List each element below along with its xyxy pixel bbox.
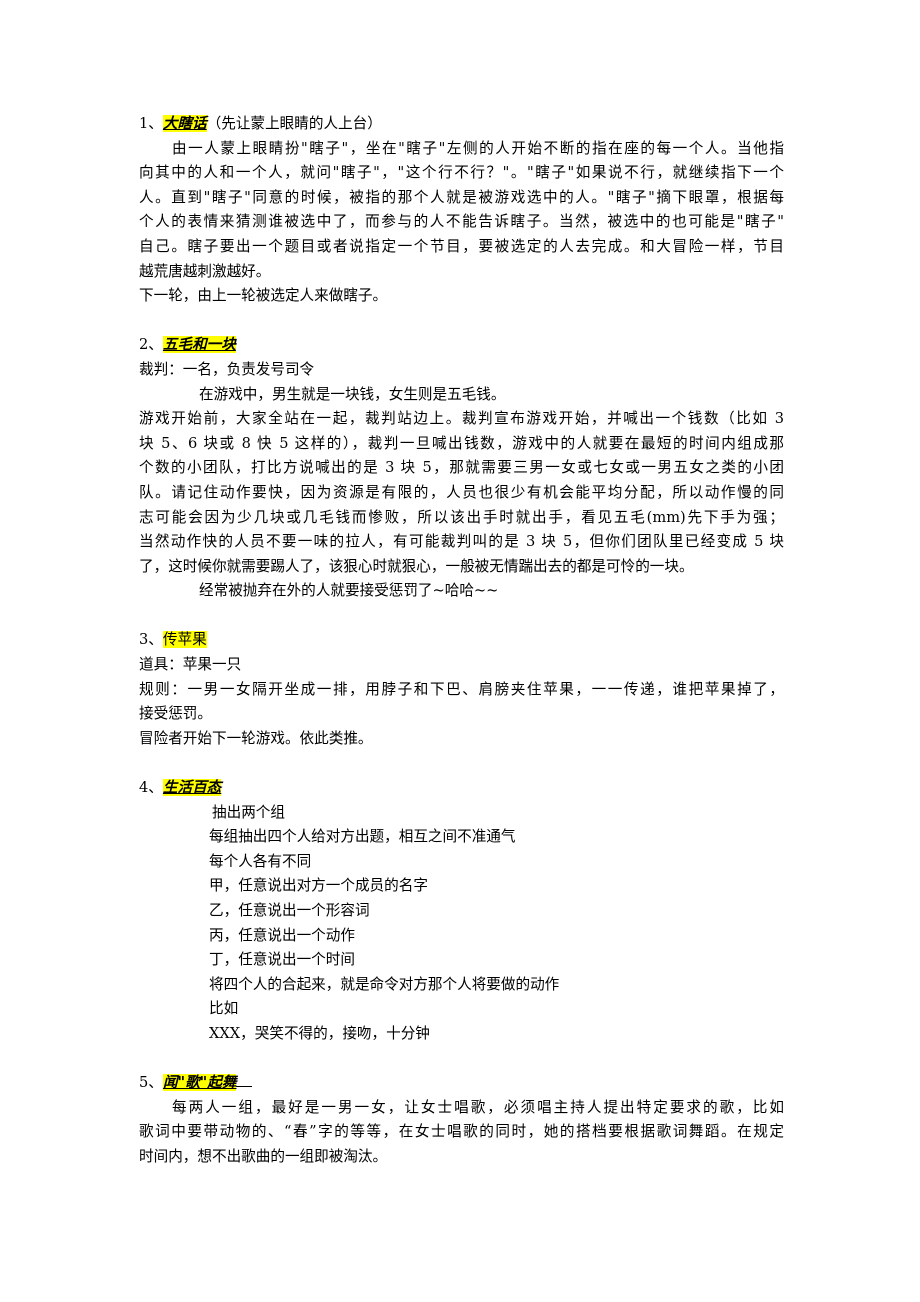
list-line: 将四个人的合起来，就是命令对方那个人将要做的动作 <box>209 975 560 993</box>
paragraph-line: 向其中的人和一个人，就问"瞎子"，"这个行不行？"。"瞎子"如果说不行，就继续指… <box>139 164 784 182</box>
paragraph-line: 裁判：一名，负责发号司令 <box>139 360 315 378</box>
paragraph-line: 每两人一组，最好是一男一女，让女士唱歌，必须唱主持人提出特定要求的歌，比如 <box>172 1098 784 1116</box>
section-2: 2、五毛和一块 裁判：一名，负责发号司令 在游戏中，男生就是一块钱，女生则是五毛… <box>139 333 784 604</box>
paragraph-line: 冒险者开始下一轮游戏。依此类推。 <box>139 729 373 747</box>
paragraph-line: 由一人蒙上眼睛扮"瞎子"，坐在"瞎子"左侧的人开始不断的指在座的每一个人。当他指 <box>172 139 784 157</box>
section-heading: 1、大瞎话（先让蒙上眼睛的人上台） <box>139 115 382 132</box>
section-title: 生活百态 <box>162 779 222 797</box>
paragraph-line: 规则：一男一女隔开坐成一排，用脖子和下巴、肩膀夹住苹果，一一传递，谁把苹果掉了， <box>139 680 784 698</box>
paragraph-line: 块 5、6 块或 8 快 5 这样的），裁判一旦喊出钱数，游戏中的人就要在最短的… <box>139 434 784 452</box>
section-1: 1、大瞎话（先让蒙上眼睛的人上台） 由一人蒙上眼睛扮"瞎子"，坐在"瞎子"左侧的… <box>139 112 784 309</box>
section-heading: 3、传苹果 <box>139 631 207 649</box>
paragraph-line: 在游戏中，男生就是一块钱，女生则是五毛钱。 <box>199 385 506 403</box>
paragraph-line: 时间内，想不出歌曲的一组即被淘汰。 <box>139 1147 388 1165</box>
section-heading: 4、生活百态 <box>139 779 222 797</box>
list-line: 比如 <box>209 1000 239 1018</box>
paragraph-line: 下一轮，由上一轮被选定人来做瞎子。 <box>139 287 388 305</box>
list-line: 每组抽出四个人给对方出题，相互之间不准通气 <box>209 828 516 846</box>
list-line: 乙，任意说出一个形容词 <box>209 902 370 919</box>
section-4: 4、生活百态 抽出两个组 每组抽出四个人给对方出题，相互之间不准通气 每个人各有… <box>139 776 784 1047</box>
paragraph-line: 经常被抛弃在外的人就要接受惩罚了~哈哈~~ <box>199 582 499 600</box>
section-title: 大瞎话 <box>162 115 207 132</box>
paragraph-line: 歌词中要带动物的、“春”字的等等，在女士唱歌的同时，她的搭档要根据歌词舞蹈。在规… <box>139 1123 784 1141</box>
paragraph-line: 个数的小团队，打比方说喊出的是 3 块 5，那就需要三男一女或七女或一男五女之类… <box>139 459 784 477</box>
section-title-note: （先让蒙上眼睛的人上台） <box>206 115 382 132</box>
paragraph-line: 当然动作快的人员不要一味的拉人，有可能裁判叫的是 3 块 5，但你们团队里已经变… <box>139 533 784 551</box>
paragraph-line: 个人的表情来猜测谁被选中了，而参与的人不能告诉瞎子。当然，被选中的也可能是"瞎子… <box>139 213 784 231</box>
paragraph-line: 队。请记住动作要快，因为资源是有限的，人员也很少有机会能平均分配，所以动作慢的同 <box>139 483 784 501</box>
title-underline <box>236 1072 253 1088</box>
paragraph-line: 人。直到"瞎子"同意的时候，被指的那个人就是被游戏选中的人。"瞎子"摘下眼罩，根… <box>139 188 784 206</box>
paragraph-line: 道具：苹果一只 <box>139 656 242 674</box>
section-title: 五毛和一块 <box>162 336 236 354</box>
list-line: 每个人各有不同 <box>209 852 312 870</box>
paragraph-line: 自己。瞎子要出一个题目或者说指定一个节目，要被选定的人去完成。和大冒险一样，节目 <box>139 237 784 255</box>
paragraph-line: 越荒唐越刺激越好。 <box>139 262 271 280</box>
list-line: 甲，任意说出对方一个成员的名字 <box>209 877 428 895</box>
list-line: 抽出两个组 <box>212 803 285 821</box>
paragraph-line: 游戏开始前，大家全站在一起，裁判站边上。裁判宣布游戏开始，并喊出一个钱数（比如 … <box>139 410 784 428</box>
paragraph-line: 志可能会因为少几块或几毛钱而惨败，所以该出手时就出手，看见五毛(mm)先下手为强… <box>139 508 784 526</box>
section-5: 5、闻"歌"起舞 每两人一组，最好是一男一女，让女士唱歌，必须唱主持人提出特定要… <box>139 1071 784 1169</box>
section-heading: 2、五毛和一块 <box>139 336 236 354</box>
document-page: 1、大瞎话（先让蒙上眼睛的人上台） 由一人蒙上眼睛扮"瞎子"，坐在"瞎子"左侧的… <box>139 112 784 1170</box>
section-title: 传苹果 <box>162 631 207 649</box>
list-line: 丙，任意说出一个动作 <box>209 926 355 944</box>
paragraph-line: 了，这时候你就需要踢人了，该狠心时就狠心，一般被无情踹出去的都是可怜的一块。 <box>139 557 694 575</box>
section-3: 3、传苹果 道具：苹果一只 规则：一男一女隔开坐成一排，用脖子和下巴、肩膀夹住苹… <box>139 628 784 751</box>
list-line: XXX，哭笑不得的，接吻，十分钟 <box>209 1024 430 1042</box>
section-title: 闻"歌"起舞 <box>162 1074 237 1092</box>
section-heading: 5、闻"歌"起舞 <box>139 1071 784 1096</box>
paragraph-line: 接受惩罚。 <box>139 705 212 723</box>
list-line: 丁，任意说出一个时间 <box>209 951 355 969</box>
